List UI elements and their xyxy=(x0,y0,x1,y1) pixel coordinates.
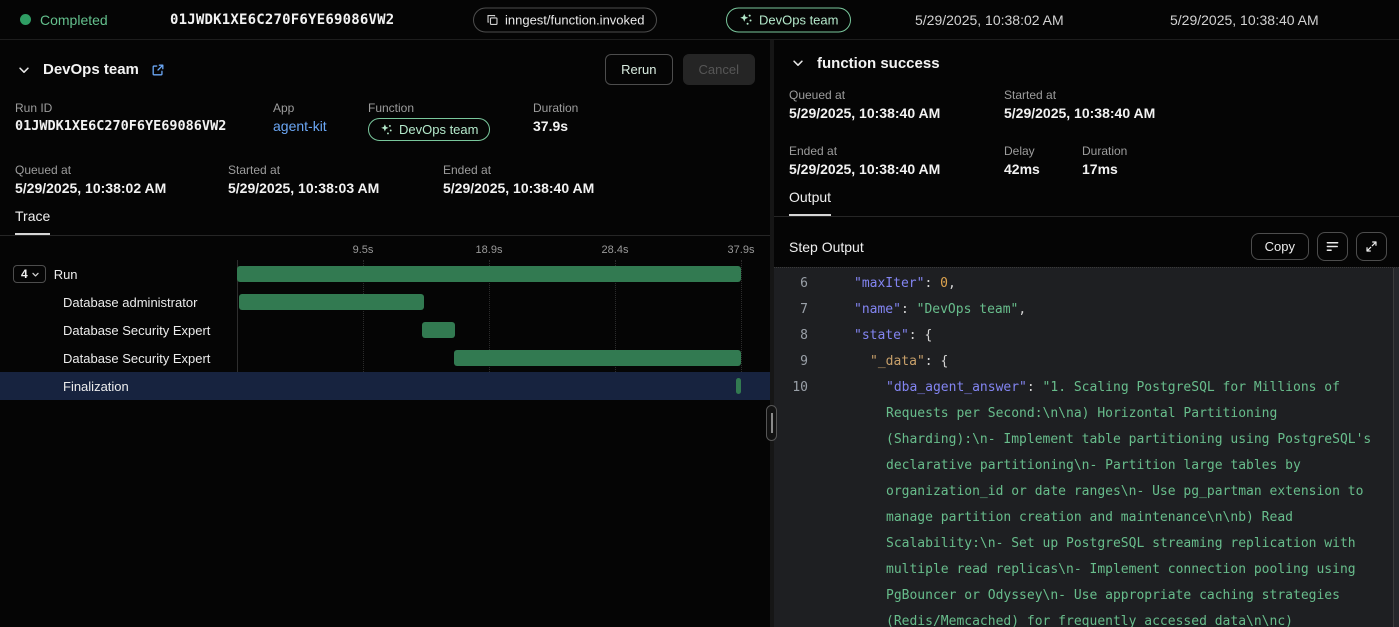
trace-row[interactable]: Finalization xyxy=(0,372,770,400)
function-badge-top[interactable]: DevOps team xyxy=(726,7,851,32)
trace-row-label: Database Security Expert xyxy=(63,323,210,338)
run-id-top: 01JWDK1XE6C270F6YE69086VW2 xyxy=(170,12,394,28)
wrap-text-button[interactable] xyxy=(1317,232,1348,261)
code-line: 10"dba_agent_answer": "1. Scaling Postgr… xyxy=(774,375,1399,627)
field-run-id: Run ID 01JWDK1XE6C270F6YE69086VW2 xyxy=(15,101,273,141)
wrap-text-icon xyxy=(1325,239,1340,254)
trace-span-bar[interactable] xyxy=(454,350,741,366)
line-number: 9 xyxy=(774,349,822,375)
collapse-step-chevron-icon[interactable] xyxy=(789,54,807,72)
field-duration: Duration 37.9s xyxy=(533,101,578,141)
step-field-started-at: Started at 5/29/2025, 10:38:40 AM xyxy=(1004,88,1155,121)
axis-tick-label: 18.9s xyxy=(476,244,503,256)
line-number: 8 xyxy=(774,323,822,349)
run-details-panel: DevOps team Rerun Cancel Run ID 01JWDK1X… xyxy=(0,40,770,627)
line-number: 6 xyxy=(774,271,822,297)
collapse-run-chevron-icon[interactable] xyxy=(15,61,33,79)
step-tabs: Output xyxy=(774,189,1399,217)
copy-button[interactable]: Copy xyxy=(1251,233,1309,260)
trace-row[interactable]: Database administrator xyxy=(0,288,770,316)
queued-timestamp: 5/29/2025, 10:38:02 AM xyxy=(915,12,1064,28)
cancel-button[interactable]: Cancel xyxy=(683,54,755,85)
trace-row-label: Database administrator xyxy=(63,295,197,310)
trace-span-bar[interactable] xyxy=(239,294,424,310)
step-count-expander[interactable]: 4 xyxy=(13,265,46,283)
trace-row-label: Finalization xyxy=(63,379,129,394)
field-function: Function DevOps team xyxy=(368,101,533,141)
function-badge[interactable]: DevOps team xyxy=(368,118,490,141)
status-dot-icon xyxy=(20,14,31,25)
step-output-toolbar: Step Output Copy xyxy=(774,226,1399,267)
step-field-queued-at: Queued at 5/29/2025, 10:38:40 AM xyxy=(789,88,1004,121)
timeline-axis: 9.5s18.9s28.4s37.9s xyxy=(237,244,741,260)
trace-row-label: Database Security Expert xyxy=(63,351,210,366)
run-status: Completed xyxy=(20,12,108,28)
sparkle-icon xyxy=(380,123,393,136)
event-icon xyxy=(486,13,499,26)
event-badge-label: inngest/function.invoked xyxy=(505,12,644,27)
trace-span-bar[interactable] xyxy=(736,378,741,394)
code-line: 7"name": "DevOps team", xyxy=(774,297,1399,323)
trace-span-bar[interactable] xyxy=(422,322,455,338)
field-started-at: Started at 5/29/2025, 10:38:03 AM xyxy=(228,163,443,196)
step-output-code[interactable]: 6"maxIter": 0,7"name": "DevOps team",8"s… xyxy=(774,267,1399,627)
trace-timeline: 9.5s 18.9s 28.4s 37.9s 4 Run Database adminis… xyxy=(0,244,770,400)
event-badge[interactable]: inngest/function.invoked xyxy=(473,7,657,32)
field-queued-at: Queued at 5/29/2025, 10:38:02 AM xyxy=(15,163,228,196)
code-scrollbar[interactable] xyxy=(1393,268,1399,627)
run-id-value: 01JWDK1XE6C270F6YE69086VW2 xyxy=(15,118,273,134)
step-field-duration: Duration 17ms xyxy=(1082,144,1127,177)
axis-tick-label: 9.5s xyxy=(353,244,374,256)
step-details-panel: function success Queued at 5/29/2025, 10… xyxy=(774,40,1399,627)
ended-timestamp: 5/29/2025, 10:38:40 AM xyxy=(1170,12,1319,28)
expand-icon xyxy=(1365,240,1378,253)
rerun-button[interactable]: Rerun xyxy=(605,54,672,85)
sparkle-icon xyxy=(739,13,753,27)
axis-tick-label: 28.4s xyxy=(602,244,629,256)
external-link-icon[interactable] xyxy=(151,63,165,77)
axis-tick-label: 37.9s xyxy=(728,244,755,256)
function-badge-label: DevOps team xyxy=(759,12,838,27)
run-tabs: Trace xyxy=(0,208,770,236)
tab-output[interactable]: Output xyxy=(789,189,831,216)
trace-row-label: Run xyxy=(54,267,78,282)
step-output-title: Step Output xyxy=(789,239,864,255)
trace-row[interactable]: Database Security Expert xyxy=(0,344,770,372)
resize-handle[interactable] xyxy=(766,405,777,441)
line-number: 7 xyxy=(774,297,822,323)
app-link[interactable]: agent-kit xyxy=(273,118,368,134)
trace-rows: 4 Run Database administrator Database Secur… xyxy=(0,260,770,400)
trace-row[interactable]: Database Security Expert xyxy=(0,316,770,344)
step-field-delay: Delay 42ms xyxy=(1004,144,1082,177)
field-app: App agent-kit xyxy=(273,101,368,141)
tab-trace[interactable]: Trace xyxy=(15,208,50,235)
line-number: 10 xyxy=(774,375,822,627)
field-ended-at: Ended at 5/29/2025, 10:38:40 AM xyxy=(443,163,594,196)
status-label: Completed xyxy=(40,12,108,28)
code-line: 9"_data": { xyxy=(774,349,1399,375)
trace-span-bar[interactable] xyxy=(237,266,741,282)
run-status-bar: Completed 01JWDK1XE6C270F6YE69086VW2 inn… xyxy=(0,0,1399,40)
code-line: 8"state": { xyxy=(774,323,1399,349)
code-line: 6"maxIter": 0, xyxy=(774,271,1399,297)
run-title: DevOps team xyxy=(43,61,139,78)
expand-button[interactable] xyxy=(1356,232,1387,261)
duration-value: 37.9s xyxy=(533,118,578,134)
step-field-ended-at: Ended at 5/29/2025, 10:38:40 AM xyxy=(789,144,1004,177)
step-title: function success xyxy=(817,55,940,72)
chevron-down-icon xyxy=(31,270,40,279)
trace-row[interactable]: 4 Run xyxy=(0,260,770,288)
